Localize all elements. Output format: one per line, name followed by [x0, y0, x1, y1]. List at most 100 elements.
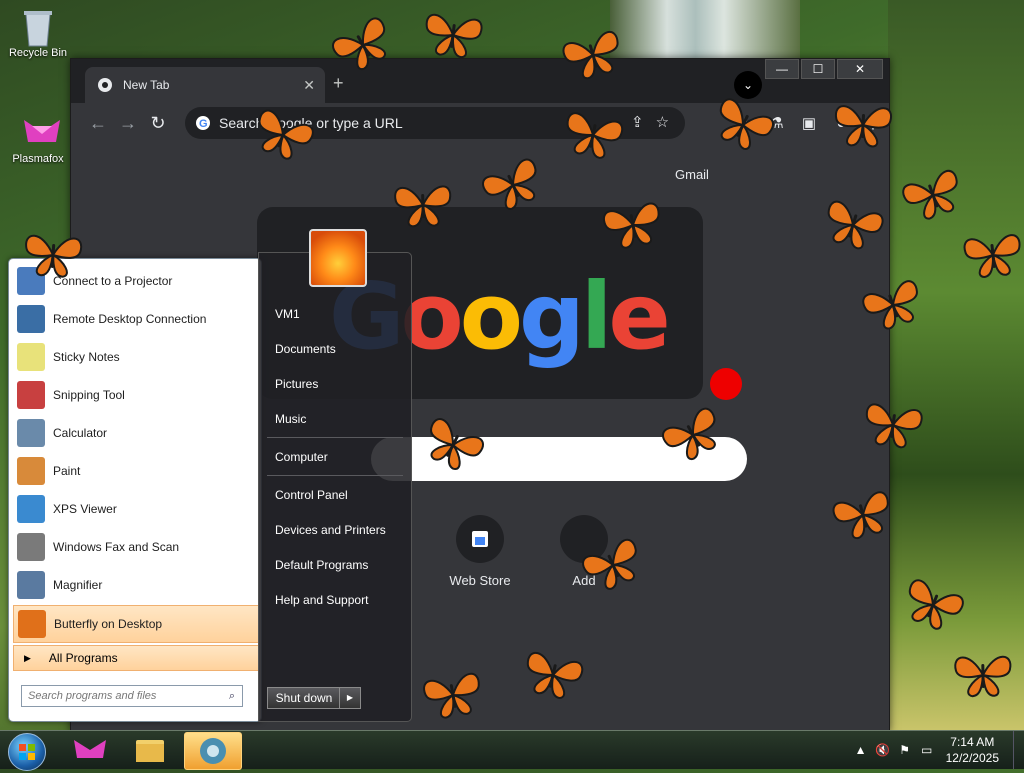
shortcut-web-store[interactable]: Web Store [440, 515, 520, 588]
clock-date: 12/2/2025 [945, 751, 999, 765]
fax-scan-icon [17, 533, 45, 561]
side-panel-icon[interactable]: ▣ [793, 114, 825, 132]
logo-letter: l [580, 263, 612, 370]
forward-button[interactable]: → [113, 113, 143, 134]
butterfly-icon [389, 179, 457, 231]
snipping-tool-icon [17, 381, 45, 409]
search-programs-input[interactable]: Search programs and files ⌕ [21, 685, 243, 707]
tab-title: New Tab [123, 78, 170, 92]
xps-viewer-icon [17, 495, 45, 523]
minimize-button[interactable]: — [765, 59, 799, 79]
start-button[interactable] [8, 733, 46, 771]
back-button[interactable]: ← [83, 113, 113, 134]
all-programs-label: All Programs [48, 651, 118, 665]
red-dot [710, 368, 742, 400]
search-programs-placeholder: Search programs and files [28, 690, 157, 702]
program-item[interactable]: Snipping Tool [13, 377, 257, 413]
recycle-bin-icon [20, 8, 56, 47]
program-item[interactable]: Windows Fax and Scan [13, 529, 257, 565]
program-item[interactable]: Calculator [13, 415, 257, 451]
taskbar-explorer[interactable] [122, 732, 178, 768]
remote-desktop-icon [17, 305, 45, 333]
tab-new-tab[interactable]: New Tab ✕ [85, 67, 325, 103]
program-item[interactable]: Magnifier [13, 567, 257, 603]
program-label: Remote Desktop Connection [53, 312, 207, 326]
places-separator [267, 475, 403, 476]
gmail-link[interactable]: Gmail [675, 167, 709, 182]
program-label: Butterfly on Desktop [54, 617, 163, 631]
network-icon[interactable]: ▭ [916, 743, 938, 757]
omnibox-actions: ⇪ ☆ [631, 113, 669, 131]
shutdown-options-button[interactable]: ▶ [339, 687, 361, 709]
program-label: Paint [53, 464, 81, 478]
maximize-button[interactable]: ☐ [801, 59, 835, 79]
place-item[interactable]: Devices and Printers [275, 523, 386, 537]
bookmark-star-icon[interactable]: ☆ [656, 113, 669, 131]
program-label: Windows Fax and Scan [53, 540, 180, 554]
logo-letter: o [459, 263, 523, 370]
butterfly-icon [829, 98, 898, 151]
place-item[interactable]: VM1 [275, 307, 300, 321]
google-g-icon: G [195, 115, 211, 131]
places-separator [267, 437, 403, 438]
svg-text:G: G [199, 118, 208, 130]
calculator-icon [17, 419, 45, 447]
window-controls: — ☐ ✕ [763, 59, 883, 79]
butterfly-icon [857, 396, 929, 455]
show-hidden-icons-icon[interactable]: ▲ [850, 743, 872, 757]
chrome-icon [97, 77, 113, 93]
place-item[interactable]: Music [275, 412, 306, 426]
place-item[interactable]: Help and Support [275, 593, 368, 607]
paint-icon [17, 457, 45, 485]
web-store-icon [456, 515, 504, 563]
clock[interactable]: 7:14 AM 12/2/2025 [946, 734, 999, 766]
program-item[interactable]: XPS Viewer [13, 491, 257, 527]
shutdown-button[interactable]: Shut down [267, 687, 341, 709]
place-item[interactable]: Computer [275, 450, 328, 464]
place-item[interactable]: Documents [275, 342, 336, 356]
place-item[interactable]: Default Programs [275, 558, 368, 572]
close-icon[interactable]: ✕ [303, 77, 315, 94]
program-item[interactable]: Sticky Notes [13, 339, 257, 375]
taskbar-chrome[interactable] [184, 732, 242, 770]
reload-button[interactable]: ↻ [143, 113, 173, 134]
desktop-icon-plasmafox[interactable]: Plasmafox [3, 114, 73, 165]
butterfly-icon [18, 610, 46, 638]
all-programs-button[interactable]: ▶ All Programs [13, 645, 259, 671]
plasmafox-icon [20, 114, 60, 150]
program-item[interactable]: Paint [13, 453, 257, 489]
butterfly-icon [18, 228, 87, 282]
tab-strip: New Tab ✕ + ⌄ — ☐ ✕ [71, 59, 889, 103]
shortcut-label: Web Store [449, 573, 511, 588]
search-icon: ⌕ [228, 689, 236, 702]
program-label: Snipping Tool [53, 388, 125, 402]
program-item[interactable]: Butterfly on Desktop [13, 605, 259, 643]
user-avatar[interactable] [309, 229, 367, 287]
start-menu-programs: Connect to a Projector Remote Desktop Con… [8, 258, 262, 722]
taskbar: ▲ 🔇 ⚑ ▭ 7:14 AM 12/2/2025 [0, 730, 1024, 771]
system-tray: ▲ 🔇 ⚑ ▭ 7:14 AM 12/2/2025 [850, 731, 1024, 769]
program-label: XPS Viewer [53, 502, 117, 516]
program-label: Sticky Notes [53, 350, 120, 364]
desktop-icon-label: Recycle Bin [8, 47, 68, 59]
logo-letter: g [518, 263, 585, 370]
action-center-icon[interactable]: ⚑ [894, 743, 916, 757]
place-item[interactable]: Pictures [275, 377, 318, 391]
clock-time: 7:14 AM [950, 735, 995, 749]
butterfly-icon [950, 649, 1017, 700]
taskbar-plasmafox[interactable] [62, 732, 118, 768]
close-window-button[interactable]: ✕ [837, 59, 883, 79]
program-label: Calculator [53, 426, 108, 440]
desktop-icon-label: Plasmafox [12, 153, 64, 165]
volume-muted-icon[interactable]: 🔇 [872, 743, 894, 757]
program-item[interactable]: Remote Desktop Connection [13, 301, 257, 337]
place-item[interactable]: Control Panel [275, 488, 348, 502]
show-desktop-button[interactable] [1013, 731, 1024, 769]
desktop-icon-recycle-bin[interactable]: Recycle Bin [3, 8, 73, 59]
logo-letter: e [608, 263, 670, 370]
share-icon[interactable]: ⇪ [631, 113, 644, 131]
butterfly-icon [417, 6, 489, 64]
sticky-notes-icon [17, 343, 45, 371]
magnifier-icon [17, 571, 45, 599]
program-label: Magnifier [53, 578, 103, 592]
